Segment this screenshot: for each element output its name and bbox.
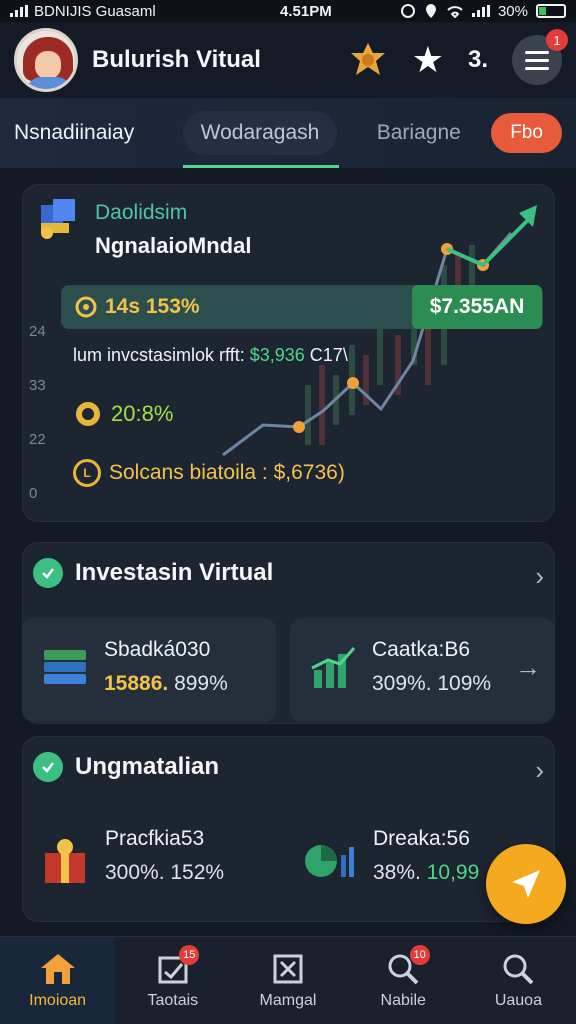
hero-percent: 20:8% bbox=[111, 401, 174, 426]
nav-badge: 10 bbox=[409, 945, 430, 965]
alarm-icon bbox=[400, 4, 415, 18]
card-value: 38%. 10,99 bbox=[373, 861, 480, 884]
signal-icon bbox=[471, 5, 490, 17]
ungmatalian-card-2[interactable]: Dreaka:56 38%. 10,99 bbox=[291, 817, 491, 917]
hero-subtitle: Daolidsim bbox=[95, 201, 188, 224]
ungmatalian-card-1[interactable]: Pracfkia53 300%. 152% bbox=[23, 817, 283, 917]
gear-coin-icon bbox=[76, 402, 100, 426]
status-right: 30% bbox=[400, 3, 566, 20]
y-tick-label: 0 bbox=[29, 485, 38, 502]
status-bar: BDNIJIS Guasaml 4.51PM 30% bbox=[0, 0, 576, 22]
card-label: Caatka:B6 bbox=[372, 638, 471, 661]
gift-box-icon bbox=[45, 839, 85, 883]
card-value: 300%. 152% bbox=[105, 861, 225, 884]
star-icon[interactable]: ★ bbox=[412, 39, 444, 81]
trend-point bbox=[347, 377, 359, 389]
navigate-fab-button[interactable] bbox=[486, 844, 566, 924]
hero-investment-line: lum invcstasimlok rfft: $3,936 C17\ bbox=[73, 345, 348, 366]
menu-button[interactable]: 1 bbox=[512, 29, 568, 85]
investasi-title: Investasin Virtual bbox=[75, 559, 274, 586]
trend-point bbox=[293, 421, 305, 433]
chevron-right-icon[interactable]: › bbox=[535, 755, 544, 786]
y-tick-label: 33 bbox=[29, 377, 46, 394]
portfolio-hero-card[interactable]: Daolidsim NgnalaioMndal 14s 153% $7.355A… bbox=[22, 184, 555, 522]
status-left: BDNIJIS Guasaml bbox=[10, 3, 230, 20]
cube-icon bbox=[41, 199, 75, 239]
hero-balance-row: L Solcans biatoila : $,6736) bbox=[73, 459, 345, 487]
nav-label: Uauoa bbox=[494, 991, 542, 1009]
investment-suffix: C17\ bbox=[309, 345, 348, 365]
hero-value-chip: $7.355AN bbox=[412, 285, 542, 329]
ungmatalian-title: Ungmatalian bbox=[75, 753, 220, 780]
hero-title: NgnalaioMndal bbox=[95, 233, 252, 258]
wifi-icon bbox=[447, 6, 463, 18]
app-header: Bulurish Vitual ★ 3. 1 bbox=[0, 22, 576, 98]
nav-search[interactable]: Uauoa bbox=[461, 937, 576, 1024]
card-label: Pracfkia53 bbox=[105, 827, 205, 850]
header-actions: ★ 3. 1 bbox=[348, 29, 568, 85]
bar-chart-icon bbox=[311, 647, 356, 688]
avatar[interactable] bbox=[14, 28, 78, 92]
nav-badge: 15 bbox=[179, 945, 200, 965]
achievement-badge-icon[interactable] bbox=[348, 40, 388, 80]
chevron-right-icon[interactable]: › bbox=[535, 561, 544, 592]
location-icon bbox=[425, 4, 436, 18]
card-label: Dreaka:56 bbox=[373, 827, 470, 850]
search-icon bbox=[503, 954, 534, 984]
cell-signal-icon bbox=[10, 5, 28, 17]
status-time: 4.51PM bbox=[280, 2, 332, 20]
tab-3[interactable]: Bariagne bbox=[377, 98, 475, 168]
tab-2-active[interactable]: Wodaragash bbox=[183, 111, 339, 168]
card-label: Sbadká030 bbox=[104, 638, 211, 661]
arrow-right-icon[interactable]: → bbox=[515, 652, 541, 683]
app-title: Bulurish Vitual bbox=[92, 46, 261, 73]
coin-icon bbox=[75, 296, 97, 318]
hero-balance: Solcans biatoila : $,6736) bbox=[109, 461, 345, 484]
nav-manage[interactable]: Mamgal bbox=[230, 937, 345, 1024]
investasi-card-1[interactable]: Sbadká030 15886. 899% bbox=[22, 618, 276, 722]
ungmatalian-section: Ungmatalian › Pracfkia53 300%. 152% Drea… bbox=[22, 736, 555, 922]
nav-label: Nabile bbox=[380, 991, 426, 1009]
home-icon bbox=[40, 953, 75, 984]
nav-tasks[interactable]: 15 Taotais bbox=[115, 937, 230, 1024]
tab-1[interactable]: Nsnadiinaiay bbox=[14, 98, 183, 168]
card-value: 15886. 899% bbox=[104, 672, 228, 695]
investment-amount: $3,936 bbox=[249, 345, 305, 365]
investasi-card-2[interactable]: Caatka:B6 309%. 109% → bbox=[290, 618, 555, 722]
navigation-arrow-icon bbox=[512, 870, 540, 898]
nav-label: Mamgal bbox=[259, 991, 317, 1009]
battery-percent: 30% bbox=[497, 2, 528, 20]
pie-chart-icon bbox=[305, 845, 354, 877]
nav-label: Imoioan bbox=[29, 991, 87, 1009]
nav-mobile[interactable]: 10 Nabile bbox=[346, 937, 461, 1024]
y-tick-label: 24 bbox=[29, 323, 46, 340]
user-level: 3. bbox=[467, 46, 488, 73]
investment-label: lum invcstasimlok rfft: bbox=[73, 345, 245, 365]
trend-line bbox=[222, 232, 513, 457]
stack-icon bbox=[44, 650, 86, 684]
nav-label: Taotais bbox=[147, 991, 199, 1009]
nav-home[interactable]: Imoioan bbox=[0, 937, 116, 1024]
ungmatalian-header[interactable]: Ungmatalian › bbox=[23, 737, 554, 797]
bottom-nav: Imoioan 15 Taotais Mamgal 10 Nabile Uauo… bbox=[0, 936, 576, 1024]
balance-coin-icon: L bbox=[73, 459, 101, 487]
card-value: 309%. 109% bbox=[372, 672, 492, 695]
investasi-header[interactable]: Investasin Virtual › bbox=[23, 543, 554, 603]
tab-pill-button[interactable]: Fbo bbox=[491, 113, 562, 153]
battery-icon bbox=[536, 4, 566, 18]
hero-percent-row: 20:8% bbox=[73, 399, 173, 429]
close-box-icon bbox=[273, 954, 303, 983]
check-icon bbox=[33, 558, 63, 588]
check-icon bbox=[33, 752, 63, 782]
menu-notification-badge: 1 bbox=[546, 29, 568, 51]
tab-bar: Nsnadiinaiay Wodaragash Bariagne Fbo bbox=[0, 98, 576, 168]
carrier-name: BDNIJIS Guasaml bbox=[34, 2, 156, 20]
hero-return-text: 14s 153% bbox=[105, 295, 200, 318]
y-tick-label: 22 bbox=[29, 431, 46, 448]
